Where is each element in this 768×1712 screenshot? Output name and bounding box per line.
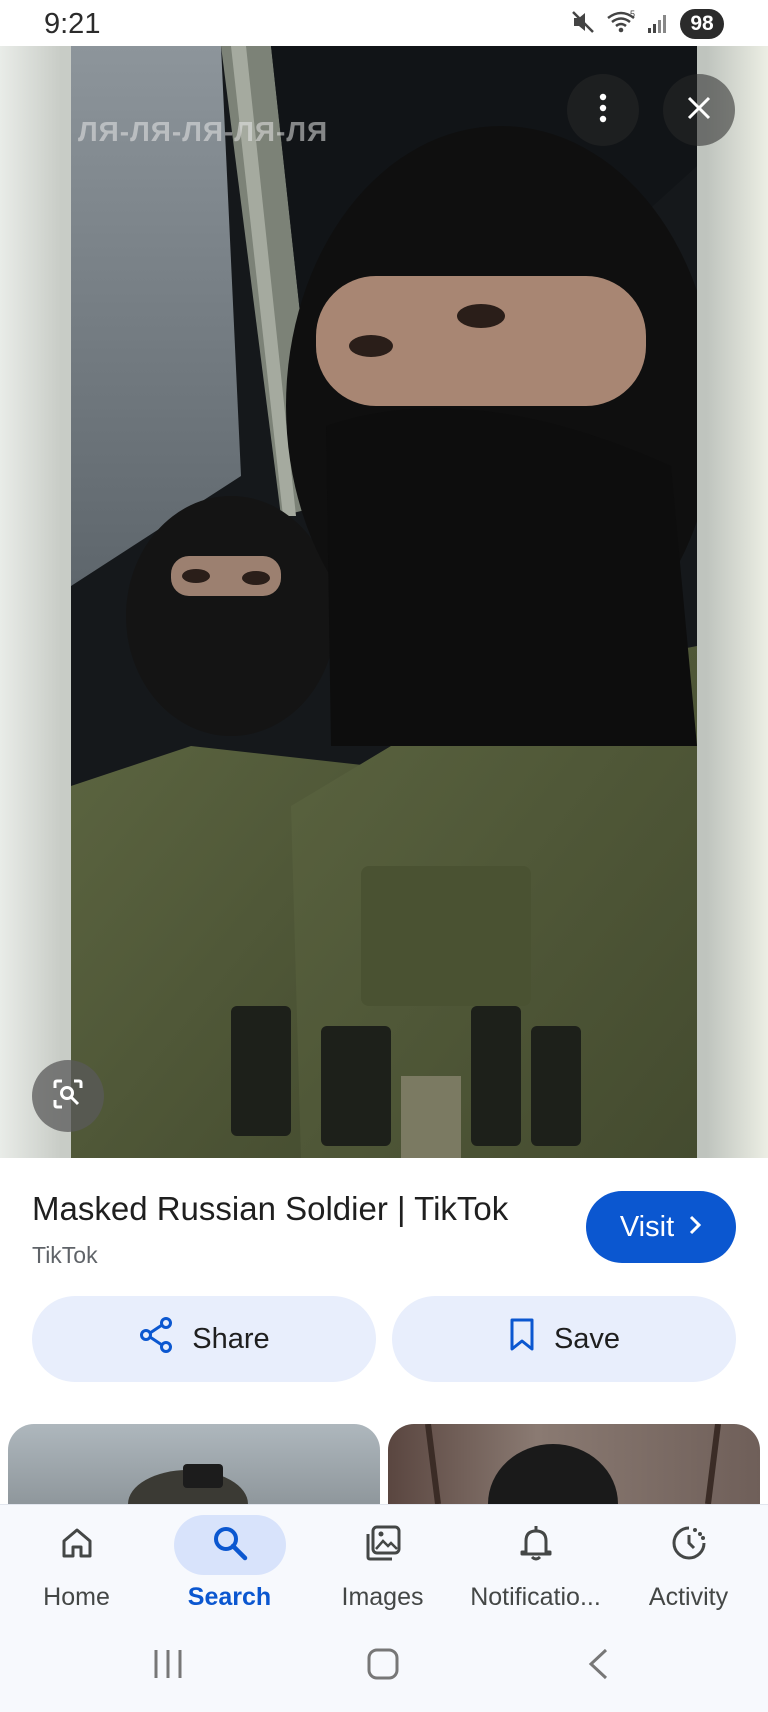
battery-indicator: 98 xyxy=(680,9,724,39)
nav-icon-container xyxy=(21,1515,133,1575)
bell-icon xyxy=(519,1524,553,1567)
more-options-button[interactable] xyxy=(567,74,639,146)
bookmark-icon xyxy=(508,1317,536,1361)
lens-search-button[interactable] xyxy=(32,1060,104,1132)
nav-item-images[interactable]: Images xyxy=(306,1505,459,1623)
image-viewer: ЛЯ-ЛЯ-ЛЯ-ЛЯ-ЛЯ xyxy=(0,46,768,1158)
visit-label: Visit xyxy=(619,1210,675,1243)
nav-icon-container xyxy=(480,1515,592,1575)
result-title[interactable]: Masked Russian Soldier | TikTok xyxy=(32,1190,508,1228)
system-home-button[interactable] xyxy=(353,1644,413,1688)
home-icon xyxy=(59,1525,95,1566)
wifi-icon: 5 xyxy=(606,9,636,40)
save-label: Save xyxy=(553,1322,621,1355)
close-icon xyxy=(686,95,712,126)
nav-icon-container xyxy=(327,1515,439,1575)
home-square-icon xyxy=(366,1647,400,1686)
nav-item-notifications[interactable]: Notificatio... xyxy=(459,1505,612,1623)
chevron-right-icon xyxy=(688,1211,702,1244)
nav-label-activity: Activity xyxy=(648,1583,729,1611)
nav-label-home: Home xyxy=(43,1583,110,1611)
bottom-navigation: Home Search Images Notificatio... Activi… xyxy=(0,1504,768,1622)
nav-item-search[interactable]: Search xyxy=(153,1505,306,1623)
status-time: 9:21 xyxy=(44,8,101,40)
more-vert-icon xyxy=(598,93,608,128)
save-button[interactable]: Save xyxy=(392,1296,736,1382)
status-bar: 9:21 5 98 xyxy=(0,0,768,46)
recent-apps-icon xyxy=(151,1648,185,1685)
lens-icon xyxy=(52,1078,84,1115)
result-image-illustration xyxy=(71,46,697,1158)
status-icons: 5 98 xyxy=(570,9,724,39)
image-overlay-text: ЛЯ-ЛЯ-ЛЯ-ЛЯ-ЛЯ xyxy=(78,116,329,147)
nav-item-activity[interactable]: Activity xyxy=(612,1505,765,1623)
nav-label-search: Search xyxy=(187,1583,272,1611)
close-button[interactable] xyxy=(663,74,735,146)
recent-apps-button[interactable] xyxy=(138,1644,198,1688)
share-label: Share xyxy=(192,1322,270,1355)
related-image-illustration xyxy=(425,1424,721,1504)
result-source: TikTok xyxy=(32,1242,98,1268)
back-arrow-icon xyxy=(586,1647,610,1686)
nav-label-notifications: Notificatio... xyxy=(470,1583,601,1611)
mute-icon xyxy=(570,9,596,40)
nav-item-home[interactable]: Home xyxy=(0,1505,153,1623)
related-image-thumbnail[interactable] xyxy=(388,1424,760,1504)
svg-text:5: 5 xyxy=(630,9,635,19)
nav-icon-container xyxy=(633,1515,745,1575)
related-image-illustration xyxy=(128,1464,248,1504)
share-button[interactable]: Share xyxy=(32,1296,376,1382)
search-icon xyxy=(211,1524,249,1567)
result-image[interactable] xyxy=(71,46,697,1158)
nav-icon-container xyxy=(173,1515,286,1575)
system-navigation-bar xyxy=(0,1622,768,1712)
activity-icon xyxy=(670,1524,708,1567)
nav-label-images: Images xyxy=(341,1583,424,1611)
visit-button[interactable]: Visit xyxy=(586,1191,736,1263)
share-icon xyxy=(138,1316,174,1362)
signal-icon xyxy=(646,10,670,39)
system-back-button[interactable] xyxy=(568,1644,628,1688)
images-icon xyxy=(364,1524,402,1567)
related-image-thumbnail[interactable] xyxy=(8,1424,380,1504)
